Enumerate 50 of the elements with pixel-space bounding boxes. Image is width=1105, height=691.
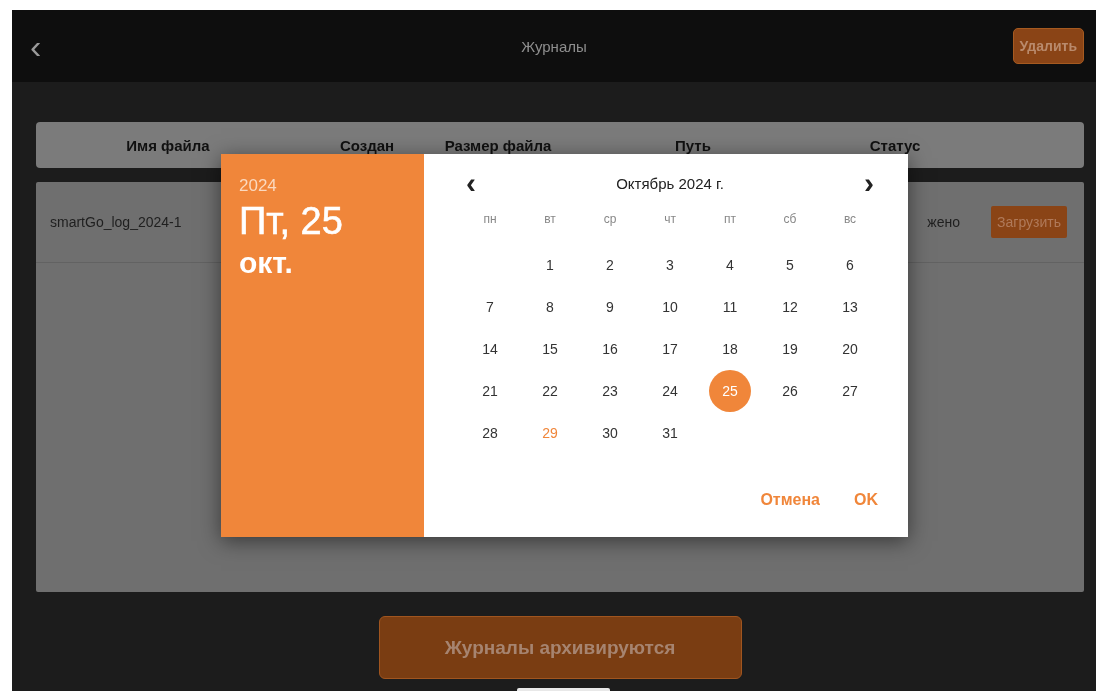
- weekday-label: вс: [842, 211, 858, 228]
- day-cell[interactable]: 9: [589, 286, 631, 328]
- day-cell[interactable]: 17: [649, 328, 691, 370]
- day-cell[interactable]: 23: [589, 370, 631, 412]
- day-cell[interactable]: 20: [829, 328, 871, 370]
- day-cell[interactable]: 27: [829, 370, 871, 412]
- day-cell[interactable]: 11: [709, 286, 751, 328]
- day-cell[interactable]: 24: [649, 370, 691, 412]
- next-month-button[interactable]: ›: [858, 168, 880, 198]
- day-cell[interactable]: 19: [769, 328, 811, 370]
- day-cell[interactable]: 3: [649, 244, 691, 286]
- day-cell[interactable]: 7: [469, 286, 511, 328]
- day-cell[interactable]: 8: [529, 286, 571, 328]
- day-cell[interactable]: 13: [829, 286, 871, 328]
- selected-date: Пт, 25: [239, 200, 343, 244]
- day-cell[interactable]: 10: [649, 286, 691, 328]
- day-cell[interactable]: 15: [529, 328, 571, 370]
- weekday-label: вт: [543, 211, 557, 228]
- weekday-label: сб: [782, 211, 798, 228]
- day-cell[interactable]: 6: [829, 244, 871, 286]
- column-header: Размер файла: [443, 136, 553, 154]
- day-cell[interactable]: 16: [589, 328, 631, 370]
- weekday-label: ср: [602, 211, 618, 228]
- table-cell: smartGo_log_2024-1: [50, 214, 182, 230]
- day-cell[interactable]: 2: [589, 244, 631, 286]
- column-header: Путь: [674, 136, 712, 154]
- column-header: Статус: [868, 136, 922, 154]
- day-cell[interactable]: 4: [709, 244, 751, 286]
- day-cell[interactable]: 21: [469, 370, 511, 412]
- weekday-label: пт: [723, 211, 737, 228]
- day-cell[interactable]: 22: [529, 370, 571, 412]
- day-cell[interactable]: 30: [589, 412, 631, 454]
- selected-month: окт.: [239, 245, 293, 280]
- back-button[interactable]: ‹: [22, 29, 50, 63]
- day-cell[interactable]: 14: [469, 328, 511, 370]
- day-cell[interactable]: 31: [649, 412, 691, 454]
- screen-title: Журналы: [521, 37, 587, 55]
- day-cell[interactable]: 26: [769, 370, 811, 412]
- day-cell[interactable]: 5: [769, 244, 811, 286]
- table-cell: жено: [927, 214, 960, 230]
- day-cell[interactable]: 18: [709, 328, 751, 370]
- column-header: Создан: [338, 136, 396, 154]
- month-title: Октябрь 2024 г.: [616, 174, 724, 192]
- previous-month-button[interactable]: ‹: [460, 168, 482, 198]
- weekday-label: чт: [663, 211, 677, 228]
- day-cell[interactable]: 1: [529, 244, 571, 286]
- day-cell[interactable]: 12: [769, 286, 811, 328]
- weekday-label: пн: [482, 211, 498, 228]
- column-header: Имя файла: [125, 136, 211, 154]
- day-cell[interactable]: 28: [469, 412, 511, 454]
